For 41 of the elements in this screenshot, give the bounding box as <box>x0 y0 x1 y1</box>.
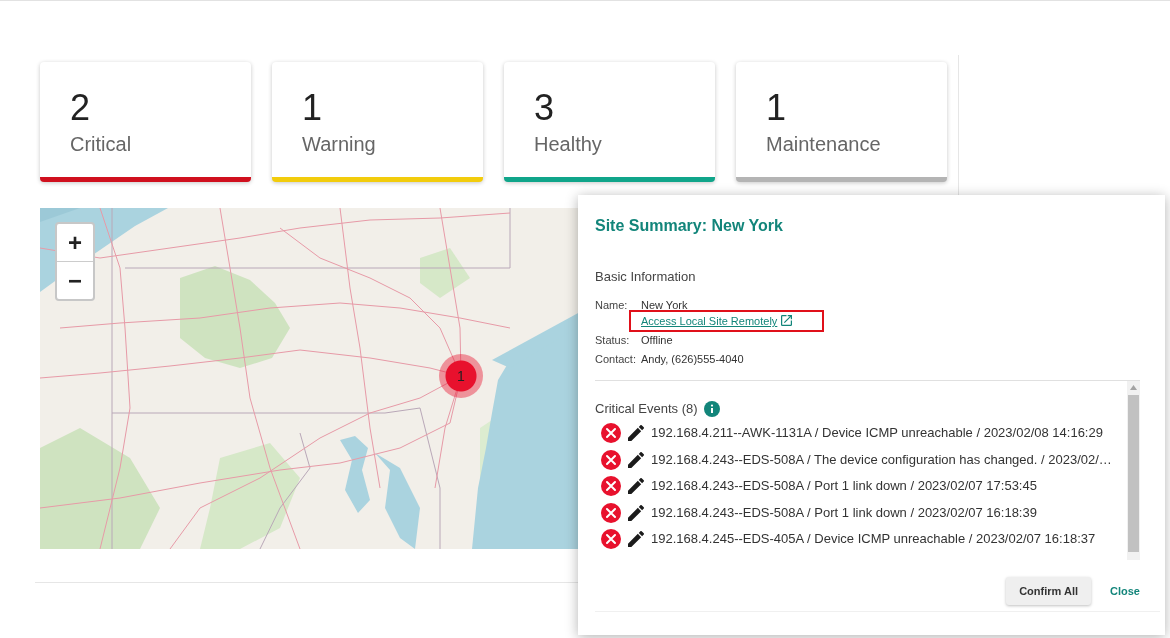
close-button[interactable]: Close <box>1110 584 1140 598</box>
scrollbar-thumb[interactable] <box>1128 395 1139 552</box>
pencil-icon[interactable] <box>628 451 644 468</box>
pencil-icon[interactable] <box>628 425 644 442</box>
status-count: 1 <box>302 88 323 128</box>
status-label: Warning <box>302 132 376 156</box>
field-label: Status: <box>595 333 631 348</box>
field-value: Offline <box>641 333 673 348</box>
info-icon[interactable] <box>703 401 720 417</box>
events-heading: Critical Events (8) <box>595 401 698 417</box>
field-value: Andy, (626)555-4040 <box>641 352 744 367</box>
scrollbar[interactable] <box>1127 381 1140 560</box>
error-icon <box>601 502 621 523</box>
external-link-icon <box>781 315 793 326</box>
popup-title: Site Summary: New York <box>595 216 783 236</box>
zoom-out-button[interactable]: − <box>57 261 93 299</box>
zoom-in-button[interactable]: + <box>57 224 93 261</box>
status-count: 3 <box>534 88 555 128</box>
remote-access-link[interactable]: Access Local Site Remotely <box>641 315 778 327</box>
pencil-icon[interactable] <box>628 504 644 521</box>
pencil-icon[interactable] <box>628 478 644 495</box>
event-entry: 192.168.4.243--EDS-508A / Port 1 link down / 2023/02/07 16:18:39 <box>651 504 1037 521</box>
status-count: 1 <box>766 88 787 128</box>
confirm-button[interactable]: Confirm All <box>1006 577 1092 605</box>
error-icon <box>601 476 621 497</box>
error-icon <box>601 449 621 470</box>
error-icon <box>601 423 621 444</box>
status-label: Critical <box>70 132 132 156</box>
status-label: Healthy <box>534 132 602 156</box>
event-entry: 192.168.4.243--EDS-508A / The device configuration has changed. / 2023/02/… <box>651 451 1112 468</box>
status-label: Maintenance <box>766 132 881 156</box>
field-value: New York <box>641 298 688 313</box>
event-entry: 192.168.4.245--EDS-405A / Device ICMP unreachable / 2023/02/07 16:18:37 <box>651 531 1096 548</box>
status-count: 2 <box>70 88 91 128</box>
field-label: Contact: <box>595 352 637 367</box>
section-heading: Basic Information <box>595 269 696 285</box>
pencil-icon[interactable] <box>628 531 644 548</box>
field-label: Name: <box>595 298 629 313</box>
event-entry: 192.168.4.211--AWK-1131A / Device ICMP unreachable / 2023/02/08 14:16:29 <box>651 425 1103 442</box>
event-entry: 192.168.4.243--EDS-508A / Port 1 link down / 2023/02/07 17:53:45 <box>651 478 1037 495</box>
error-icon <box>601 529 621 550</box>
